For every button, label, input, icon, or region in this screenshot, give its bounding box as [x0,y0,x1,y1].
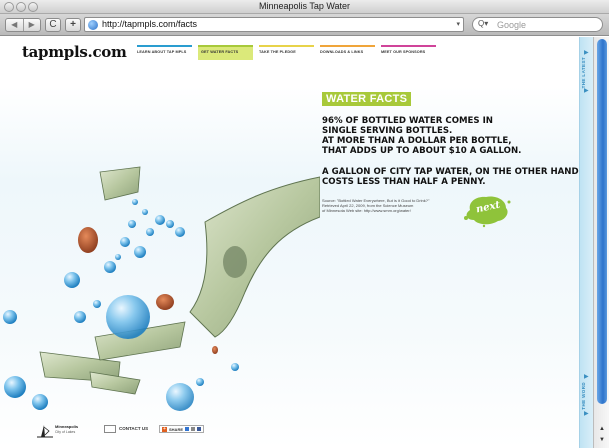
fact-line: A GALLON OF CITY TAP WATER, ON THE OTHER… [322,167,582,177]
nav-sponsors-label: MEET OUR SPONSORS [381,50,426,54]
add-bookmark-button[interactable]: + [65,18,81,32]
water-drop [32,394,48,410]
water-drop [93,300,101,308]
site-logo[interactable]: tapmpls.com [22,43,127,61]
fact-line: AT MORE THAN A DOLLAR PER BOTTLE, [322,136,512,146]
water-facts-badge: WATER FACTS [322,92,412,106]
facebook-icon [197,427,202,431]
nav-water-facts[interactable]: GET WATER FACTS [198,45,253,60]
contact-us-link[interactable]: CONTACT US [119,426,148,431]
nav-pledge-label: TAKE THE PLEDGE [259,50,296,54]
source-citation: Source: "Bottled Water Everywhere, But i… [322,198,482,213]
nav-learn-bar [137,45,192,47]
window-titlebar: Minneapolis Tap Water [0,0,609,14]
word-arrow-icon[interactable]: ▶ [584,373,589,380]
back-button[interactable]: ◀ [6,19,23,31]
nav-water-facts-bar [198,45,253,47]
nav-pledge-bar [259,45,314,47]
nav-downloads[interactable]: DOWNLOADS & LINKS [320,45,375,60]
page-footer: Minneapolis City of Lakes CONTACT US + S… [0,415,593,448]
nav-downloads-label: DOWNLOADS & LINKS [320,50,364,54]
dollar-bill-top [99,166,141,201]
water-drop [115,254,121,260]
water-drop [175,227,185,237]
city-tagline: City of Lakes [55,430,76,434]
scroll-thumb[interactable] [597,39,607,404]
latest-arrow-icon[interactable]: ▶ [584,49,589,56]
search-placeholder: Google [497,20,527,30]
url-text: http://tapmpls.com/facts [102,19,198,29]
water-drop [134,246,146,258]
penny [156,294,174,310]
window-title: Minneapolis Tap Water [258,1,351,11]
water-drop [166,220,174,228]
water-drop [196,378,204,386]
water-drop [155,215,165,225]
globe-icon [88,20,98,30]
water-drop [120,237,130,247]
nav-learn-label: LEARN ABOUT TAP MPLS [137,50,187,54]
fact-line: THAT ADDS UP TO ABOUT $10 A GALLON. [322,146,522,156]
water-drop [3,310,17,324]
share-plus-icon: + [162,425,167,432]
water-drop [74,311,86,323]
vertical-scrollbar[interactable]: ▲ ▼ [593,37,609,448]
minneapolis-logo-icon[interactable] [35,421,55,439]
address-bar[interactable]: http://tapmpls.com/facts ▾ [84,17,464,32]
water-drop [231,363,239,371]
web-page: tapmpls.com LEARN ABOUT TAP MPLS GET WAT… [0,37,593,448]
share-button[interactable]: + SHARE [159,425,205,433]
digg-icon [191,427,196,431]
nav-learn[interactable]: LEARN ABOUT TAP MPLS [137,45,192,60]
penny [212,346,218,354]
water-drop [106,295,150,339]
nav-sponsors[interactable]: MEET OUR SPONSORS [381,45,436,60]
url-dropdown-icon[interactable]: ▾ [456,20,460,28]
latest-arrow-icon[interactable]: ▶ [584,87,589,94]
forward-button[interactable]: ▶ [22,19,41,31]
search-field[interactable]: Q▾ Google [472,17,603,32]
city-name: Minneapolis [55,424,79,429]
fact-tap-water: A GALLON OF CITY TAP WATER, ON THE OTHER… [322,167,582,187]
fact-line: COSTS LESS THAN HALF A PENNY. [322,177,486,187]
water-drop [132,199,138,205]
envelope-icon[interactable] [104,425,116,433]
scroll-up-arrow-icon[interactable]: ▲ [595,424,609,434]
water-drop [4,376,26,398]
the-word-tab[interactable]: THE WORD [581,382,586,410]
fact-line: SINGLE SERVING BOTTLES. [322,126,453,136]
scroll-down-arrow-icon[interactable]: ▼ [595,435,609,445]
site-nav: LEARN ABOUT TAP MPLS GET WATER FACTS TAK… [137,45,436,60]
share-label: SHARE [169,426,184,432]
bill-portrait [223,246,247,278]
nav-sponsors-bar [381,45,436,47]
the-latest-tab[interactable]: THE LATEST [581,57,586,88]
water-drop [64,272,80,288]
nav-pledge[interactable]: TAKE THE PLEDGE [259,45,314,60]
nav-downloads-bar [320,45,375,47]
back-forward-buttons: ◀ ▶ [5,18,41,32]
dollar-bill-large [189,176,320,338]
money-and-water-illustration [3,166,320,411]
search-icon[interactable]: Q▾ [478,19,488,28]
fact-bottled-water: 96% OF BOTTLED WATER COMES IN SINGLE SER… [322,116,542,156]
source-line: of Minnesota Web site: http://www.smm.or… [322,208,411,213]
water-drop [146,228,154,236]
delicious-icon [185,427,190,431]
water-drop [142,209,148,215]
browser-toolbar: ◀ ▶ C + http://tapmpls.com/facts ▾ Q▾ Go… [0,14,609,36]
water-drop [166,383,194,411]
water-drop [104,261,116,273]
word-arrow-icon[interactable]: ▶ [584,410,589,417]
water-drop [128,220,136,228]
side-tabs: ▶ THE LATEST ▶ ▶ THE WORD ▶ [579,37,593,448]
penny [78,227,98,253]
fact-line: 96% OF BOTTLED WATER COMES IN [322,116,494,126]
reload-button[interactable]: C [45,18,61,32]
nav-water-facts-label: GET WATER FACTS [201,50,239,54]
